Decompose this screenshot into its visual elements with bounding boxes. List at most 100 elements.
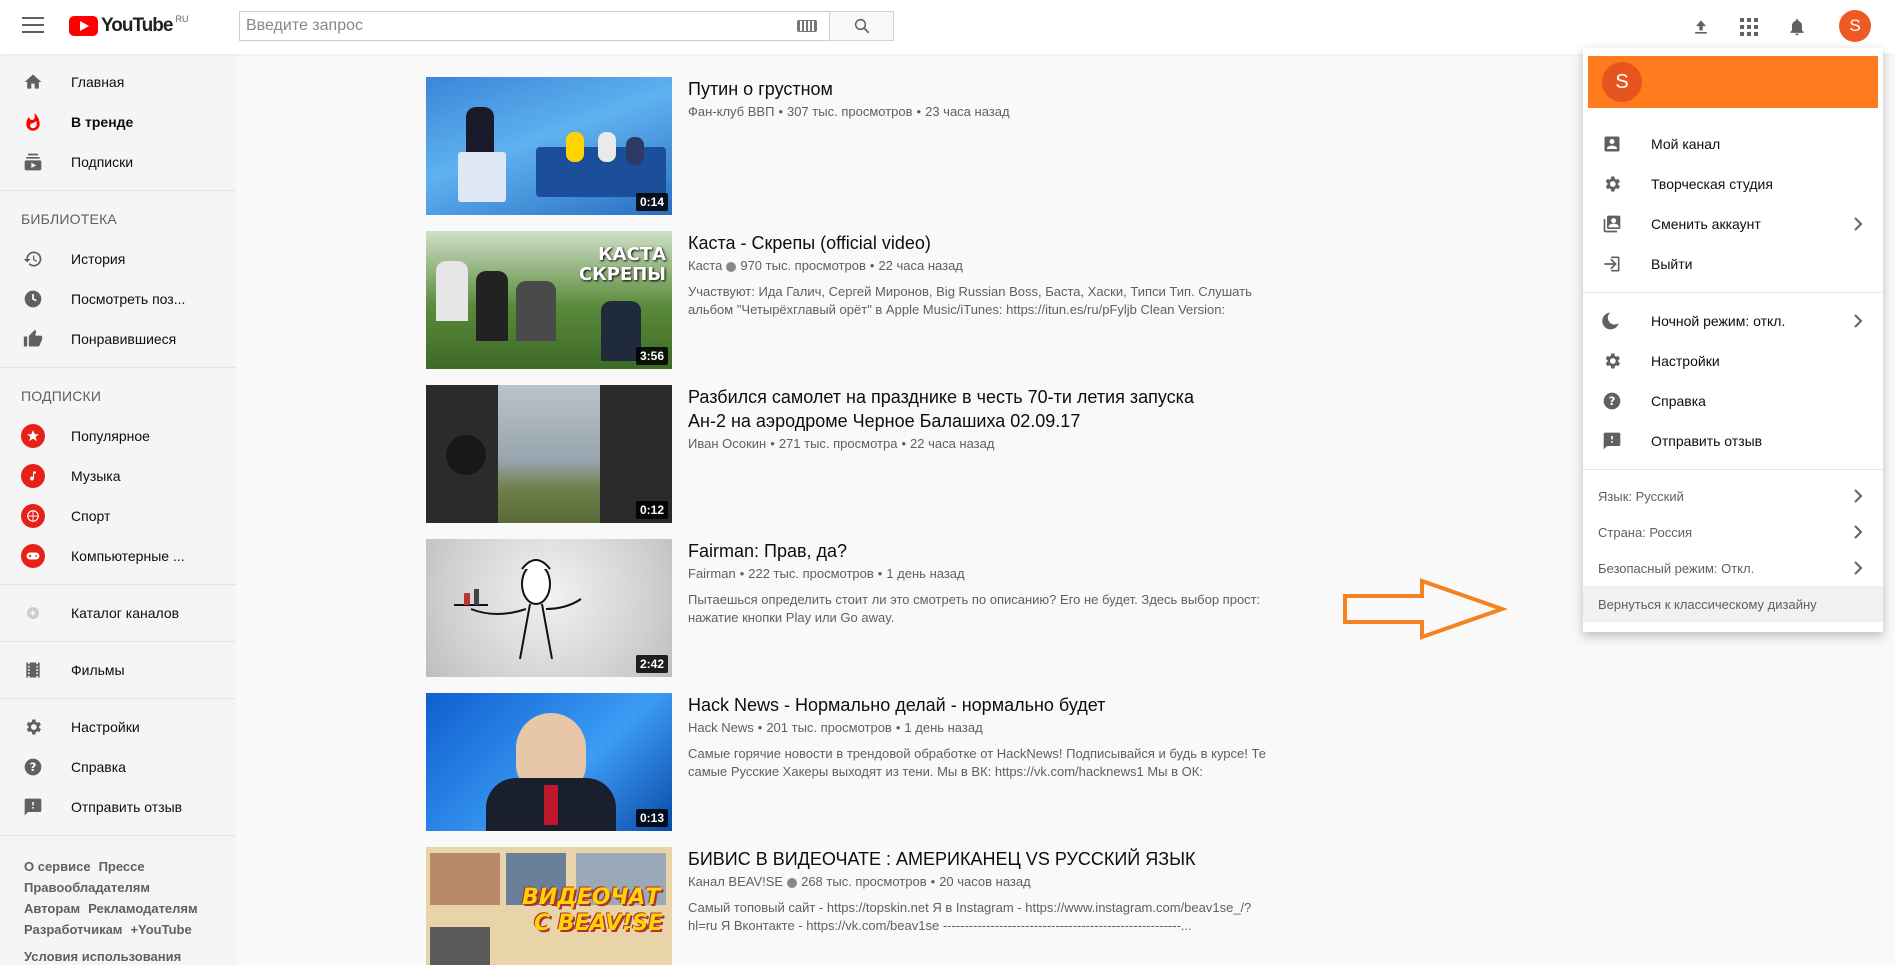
channel-name[interactable]: Иван Осокин [688,436,766,451]
sidebar-item-label: Спорт [71,508,111,524]
menu-item-safe-mode[interactable]: Безопасный режим: Откл. [1583,550,1883,586]
channel-name[interactable]: Fairman [688,566,736,581]
sidebar-item-settings[interactable]: Настройки [0,707,236,747]
divider [0,584,236,585]
video-title[interactable]: Fairman: Прав, да? [688,539,1278,563]
account-avatar-button[interactable]: S [1839,10,1871,42]
verified-badge-icon [787,877,798,888]
footer-link-copyright[interactable]: Правообладателям [24,880,150,895]
guide-menu-button[interactable] [22,17,44,35]
menu-item-classic-design[interactable]: Вернуться к классическому дизайну [1583,586,1883,622]
upload-age: 22 часа назад [878,258,963,273]
video-thumbnail[interactable]: 0:12 [426,385,672,523]
video-info: БИВИС В ВИДЕОЧАТЕ : АМЕРИКАНЕЦ VS РУССКИ… [688,847,1278,965]
menu-item-feedback[interactable]: Отправить отзыв [1583,421,1883,461]
upload-age: 1 день назад [886,566,965,581]
sidebar-item-label: Компьютерные ... [71,548,185,564]
video-title-line: Ан-2 на аэродроме Черное Балашиха 02.09.… [688,411,1081,431]
menu-item-my-channel[interactable]: Мой канал [1583,124,1883,164]
video-thumbnail[interactable]: 0:14 [426,77,672,215]
footer-link-creators[interactable]: Авторам [24,901,80,916]
video-title[interactable]: БИВИС В ВИДЕОЧАТЕ : АМЕРИКАНЕЦ VS РУССКИ… [688,847,1278,871]
sidebar-item-label: Подписки [71,154,134,170]
apps-button[interactable] [1737,15,1761,39]
sidebar-item-home[interactable]: Главная [0,62,236,102]
channel-name[interactable]: Фан-клуб ВВП [688,104,774,119]
menu-item-label: Выйти [1651,256,1693,272]
upload-button[interactable] [1689,15,1713,39]
search-button[interactable] [829,11,894,41]
video-thumbnail[interactable]: КАСТА СКРЕПЫ 3:56 [426,231,672,369]
keyboard-icon[interactable] [797,20,817,32]
divider [0,367,236,368]
video-row[interactable]: 0:13 Hack News - Нормально делай - норма… [426,693,1526,831]
video-thumbnail[interactable]: 0:13 [426,693,672,831]
sidebar-item-movies[interactable]: Фильмы [0,650,236,690]
account-menu: S Мой канал Творческая студия Сменить ак… [1583,48,1883,632]
sidebar-item-gaming[interactable]: Компьютерные ... [0,536,236,576]
video-title[interactable]: Hack News - Нормально делай - нормально … [688,693,1278,717]
video-row[interactable]: 0:12 Разбился самолет на празднике в чес… [426,385,1526,523]
sidebar-item-help[interactable]: ? Справка [0,747,236,787]
gamepad-icon [21,544,45,568]
sidebar-item-subscriptions[interactable]: Подписки [0,142,236,182]
sidebar-item-label: Фильмы [71,662,125,678]
footer-link-advertisers[interactable]: Рекламодателям [88,901,197,916]
menu-item-help[interactable]: ? Справка [1583,381,1883,421]
video-row[interactable]: КАСТА СКРЕПЫ 3:56 Каста - Скрепы (offici… [426,231,1526,369]
video-row[interactable]: 0:14 Путин о грустном Фан-клуб ВВП • 307 т… [426,77,1526,215]
video-title[interactable]: Путин о грустном [688,77,1278,101]
figure-shape [476,271,508,341]
menu-item-creator-studio[interactable]: Творческая студия [1583,164,1883,204]
menu-item-sign-out[interactable]: Выйти [1583,244,1883,284]
youtube-logo[interactable]: YouTube RU [69,14,189,37]
video-info: Путин о грустном Фан-клуб ВВП • 307 тыс. п… [688,77,1278,215]
logo-region: RU [175,14,189,24]
figure-shape [566,132,584,162]
figure-shape [598,132,616,162]
sidebar-item-trending[interactable]: В тренде [0,102,236,142]
sidebar-item-sport[interactable]: Спорт [0,496,236,536]
video-thumbnail[interactable]: 2:42 [426,539,672,677]
channel-name[interactable]: Каста [688,258,722,273]
footer-link-developers[interactable]: Разработчикам [24,922,122,937]
sidebar-item-watch-later[interactable]: Посмотреть поз... [0,279,236,319]
hamburger-icon [22,17,44,19]
sidebar-item-liked[interactable]: Понравившиеся [0,319,236,359]
chevron-right-icon [1854,217,1863,231]
video-description-line: самые Русские Хакеры выходят из тени. Мы… [688,764,1203,779]
menu-item-dark-mode[interactable]: Ночной режим: откл. [1583,301,1883,341]
menu-item-switch-account[interactable]: Сменить аккаунт [1583,204,1883,244]
sidebar-item-feedback[interactable]: Отправить отзыв [0,787,236,827]
video-title[interactable]: Разбился самолет на празднике в честь 70… [688,385,1278,433]
video-description: Самый топовый сайт - https://topskin.net… [688,899,1278,935]
menu-item-settings[interactable]: Настройки [1583,341,1883,381]
search-input[interactable] [240,12,797,40]
menu-item-country[interactable]: Страна: Россия [1583,514,1883,550]
divider [0,641,236,642]
video-thumbnail[interactable]: ВИДЕОЧАТ С BEAV!SE [426,847,672,965]
svg-text:?: ? [30,760,37,774]
channel-name[interactable]: Канал BEAV!SE [688,874,783,889]
sidebar-item-channel-catalog[interactable]: Каталог каналов [0,593,236,633]
channel-name[interactable]: Hack News [688,720,754,735]
sidebar-item-popular[interactable]: Популярное [0,416,236,456]
menu-item-label: Справка [1651,393,1706,409]
thumbnail-caption: КАСТА СКРЕПЫ [579,245,666,285]
home-icon [21,70,45,94]
notifications-button[interactable] [1785,15,1809,39]
upload-age: 23 часа назад [925,104,1010,119]
video-row[interactable]: ВИДЕОЧАТ С BEAV!SE БИВИС В ВИДЕОЧАТЕ : А… [426,847,1526,965]
footer-link-terms[interactable]: Условия использования [24,949,181,964]
sidebar-item-music[interactable]: Музыка [0,456,236,496]
feedback-icon [21,795,45,819]
video-info: Каста - Скрепы (official video) Каста 970… [688,231,1278,369]
sidebar-item-history[interactable]: История [0,239,236,279]
search-icon [854,18,869,34]
menu-item-language[interactable]: Язык: Русский [1583,478,1883,514]
footer-link-press[interactable]: Прессе [99,859,145,874]
video-title[interactable]: Каста - Скрепы (official video) [688,231,1278,255]
footer-link-about[interactable]: О сервисе [24,859,91,874]
footer-link-youtube-plus[interactable]: +YouTube [130,922,191,937]
sidebar-item-label: История [71,251,126,267]
